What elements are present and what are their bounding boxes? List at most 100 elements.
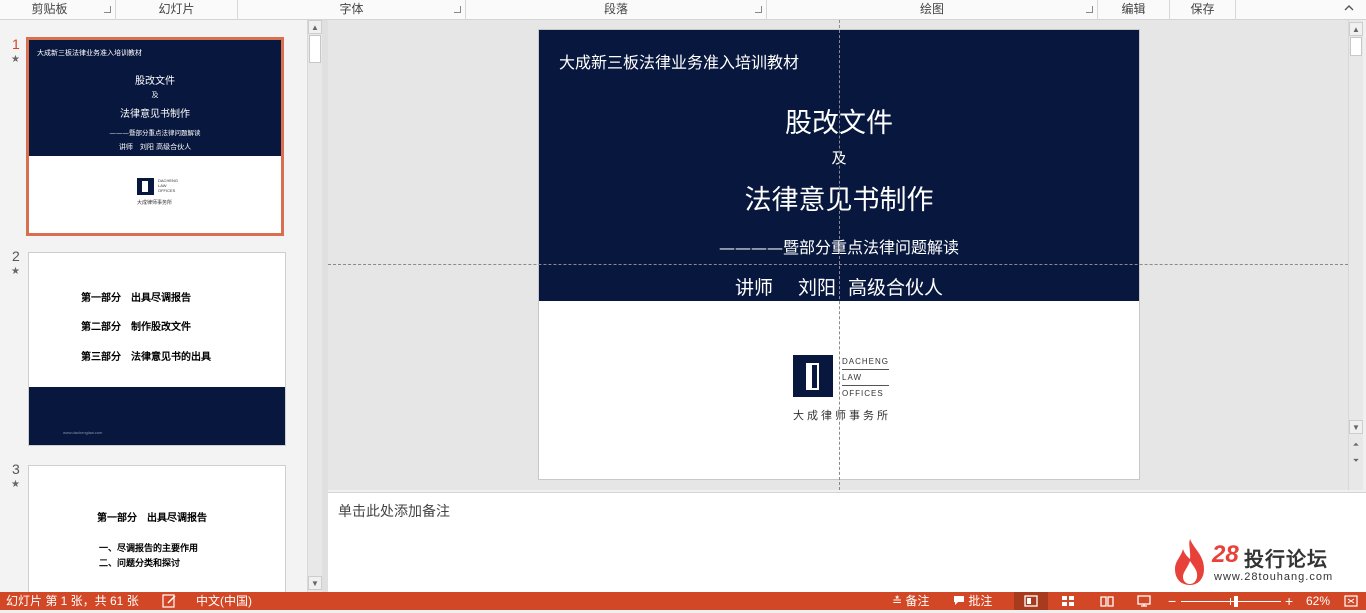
reading-view-button[interactable]: [1100, 592, 1114, 610]
ribbon-group-bar: 剪贴板 + 幻灯片 字体 + 段落 + 绘图 + 编辑 保存: [0, 0, 1366, 20]
comments-toggle-button[interactable]: 批注: [953, 592, 992, 610]
horizontal-guide[interactable]: [328, 264, 1348, 265]
fit-to-window-icon: [1344, 595, 1358, 607]
zoom-in-button[interactable]: +: [1285, 592, 1293, 610]
normal-view-icon: [1024, 595, 1038, 607]
thumbnail-heading: 第一部分 出具尽调报告: [97, 513, 207, 524]
language-indicator[interactable]: 中文(中国): [196, 592, 252, 610]
notes-toggle-button[interactable]: ≛ 备注: [892, 592, 929, 610]
arrow-down-icon: ▼: [1352, 423, 1360, 432]
arrow-up-icon: ▲: [311, 23, 319, 32]
thumbnail-title: 股改文件: [135, 76, 175, 87]
thumbnail-title-band: 大成新三板法律业务准入培训教材 股改文件 及 法律意见书制作 ———暨部分重点法…: [29, 40, 281, 156]
thumbnail-title: 法律意见书制作: [120, 109, 190, 120]
watermark-number: 28: [1212, 541, 1239, 568]
slide-header-text[interactable]: 大成新三板法律业务准入培训教材: [559, 49, 799, 73]
thumbnails-scrollbar[interactable]: ▲ ▼: [307, 20, 322, 592]
ribbon-group-slides: 幻灯片: [116, 0, 238, 20]
ribbon-group-save-label: 保存: [1190, 2, 1215, 16]
ribbon-group-drawing: 绘图 +: [767, 0, 1098, 20]
logo-text: DACHENG: [842, 354, 890, 370]
next-slide-button[interactable]: ⏷: [1349, 454, 1363, 468]
chevron-up-icon: [1344, 5, 1354, 11]
slide-scrollbar[interactable]: ▲ ▼ ⏶ ⏷: [1348, 20, 1363, 490]
normal-view-button[interactable]: [1014, 592, 1048, 610]
slide-thumbnail-3[interactable]: 第一部分 出具尽调报告 一、尽调报告的主要作用 二、问题分类和探讨: [28, 465, 286, 592]
thumbnail-header: 大成新三板法律业务准入培训教材: [37, 49, 142, 57]
slide-thumbnail-2[interactable]: 第一部分 出具尽调报告 第二部分 制作股改文件 第三部分 法律意见书的出具 ww…: [28, 252, 286, 446]
slide-thumbnail-1[interactable]: 大成新三板法律业务准入培训教材 股改文件 及 法律意见书制作 ———暨部分重点法…: [26, 37, 284, 236]
notes-pane[interactable]: 单击此处添加备注 28 投行论坛 www.28touhang.com: [328, 492, 1366, 592]
scroll-thumb[interactable]: [309, 35, 321, 63]
status-bar: 幻灯片 第 1 张，共 61 张 中文(中国) ≛ 备注 批注 − + 62%: [0, 592, 1366, 610]
fit-slide-button[interactable]: [1344, 592, 1358, 610]
scroll-down-button[interactable]: ▼: [308, 576, 322, 590]
watermark-url: www.28touhang.com: [1214, 571, 1334, 583]
comments-label: 批注: [968, 594, 993, 608]
logo-cn-text: 大成律师事务所: [793, 410, 891, 422]
slideshow-icon: [1137, 595, 1151, 607]
thumbnail-number: 1: [12, 36, 20, 52]
ribbon-group-paragraph: 段落 +: [466, 0, 767, 20]
animation-star-icon: ★: [11, 54, 20, 65]
reading-view-icon: [1100, 596, 1114, 607]
thumbnail-footer-url: www.dachenglaw.com: [63, 430, 103, 435]
watermark-logo: 28 投行论坛 www.28touhang.com: [1172, 537, 1342, 589]
ribbon-group-font: 字体 +: [238, 0, 466, 20]
thumbnail-list-item: 二、问题分类和探讨: [99, 559, 181, 569]
previous-slide-button[interactable]: ⏶: [1349, 438, 1363, 452]
collapse-ribbon-button[interactable]: [1344, 2, 1354, 18]
flame-icon: [1175, 539, 1204, 585]
double-chevron-down-icon: ⏷: [1352, 456, 1360, 465]
ribbon-group-drawing-label: 绘图: [919, 2, 944, 16]
animation-star-icon: ★: [11, 479, 20, 490]
comment-icon: [954, 596, 964, 605]
scroll-up-button[interactable]: ▲: [308, 20, 322, 34]
dialog-launcher-icon[interactable]: +: [454, 6, 461, 13]
logo-text: LAW: [842, 370, 890, 386]
zoom-slider[interactable]: [1181, 592, 1281, 610]
thumbnail-agenda-item: 第二部分 制作股改文件: [81, 322, 191, 333]
slide-counter[interactable]: 幻灯片 第 1 张，共 61 张: [6, 592, 139, 610]
slideshow-button[interactable]: [1137, 592, 1151, 610]
zoom-level[interactable]: 62%: [1306, 592, 1330, 610]
thumbnail-agenda-item: 第一部分 出具尽调报告: [81, 293, 191, 304]
slide-thumbnails-pane: 1 ★ 大成新三板法律业务准入培训教材 股改文件 及 法律意见书制作 ———暨部…: [0, 20, 307, 592]
thumbnail-subtitle: ———暨部分重点法律问题解读: [109, 129, 201, 137]
slide-sorter-icon: [1062, 596, 1074, 606]
spellcheck-icon[interactable]: [162, 592, 178, 610]
watermark-name: 投行论坛: [1244, 549, 1328, 571]
ribbon-group-clipboard: 剪贴板 +: [0, 0, 116, 20]
slide-editor[interactable]: 大成新三板法律业务准入培训教材 股改文件 及 法律意见书制作 ————暨部分重点…: [328, 20, 1348, 490]
ribbon-group-clipboard-label: 剪贴板: [31, 2, 68, 16]
zoom-slider-thumb[interactable]: [1234, 596, 1238, 607]
notes-placeholder[interactable]: 单击此处添加备注: [338, 501, 450, 521]
ribbon-group-save: 保存: [1170, 0, 1236, 20]
zoom-out-button[interactable]: −: [1168, 592, 1176, 610]
vertical-guide[interactable]: [839, 20, 840, 490]
arrow-down-icon: ▼: [311, 579, 319, 588]
dialog-launcher-icon[interactable]: +: [104, 6, 111, 13]
scroll-up-button[interactable]: ▲: [1349, 22, 1363, 36]
scroll-thumb[interactable]: [1350, 37, 1362, 56]
dialog-launcher-icon[interactable]: +: [1086, 6, 1093, 13]
double-chevron-up-icon: ⏶: [1352, 440, 1360, 449]
ribbon-group-slides-label: 幻灯片: [158, 2, 195, 16]
notes-icon: ≛: [892, 594, 903, 608]
thumbnail-list-item: 一、尽调报告的主要作用: [99, 544, 199, 554]
logo-cn-text: 大成律师事务所: [137, 200, 173, 206]
arrow-up-icon: ▲: [1352, 25, 1360, 34]
scroll-down-button[interactable]: ▼: [1349, 420, 1363, 434]
notes-label: 备注: [905, 594, 930, 608]
dacheng-logo[interactable]: DACHENG LAW OFFICES 大成律师事务所: [793, 354, 893, 424]
thumbnail-footer-band: www.dachenglaw.com: [29, 387, 285, 445]
logo-text: OFFICES: [842, 389, 884, 398]
ribbon-group-font-label: 字体: [339, 2, 364, 16]
logo-text: OFFICES: [158, 188, 176, 193]
ribbon-group-editing: 编辑: [1098, 0, 1170, 20]
thumbnail-agenda-item: 第三部分 法律意见书的出具: [81, 352, 211, 363]
dialog-launcher-icon[interactable]: +: [755, 6, 762, 13]
slide-sorter-button[interactable]: [1061, 592, 1075, 610]
thumbnail-number: 3: [12, 461, 20, 477]
ribbon-group-paragraph-label: 段落: [603, 2, 628, 16]
